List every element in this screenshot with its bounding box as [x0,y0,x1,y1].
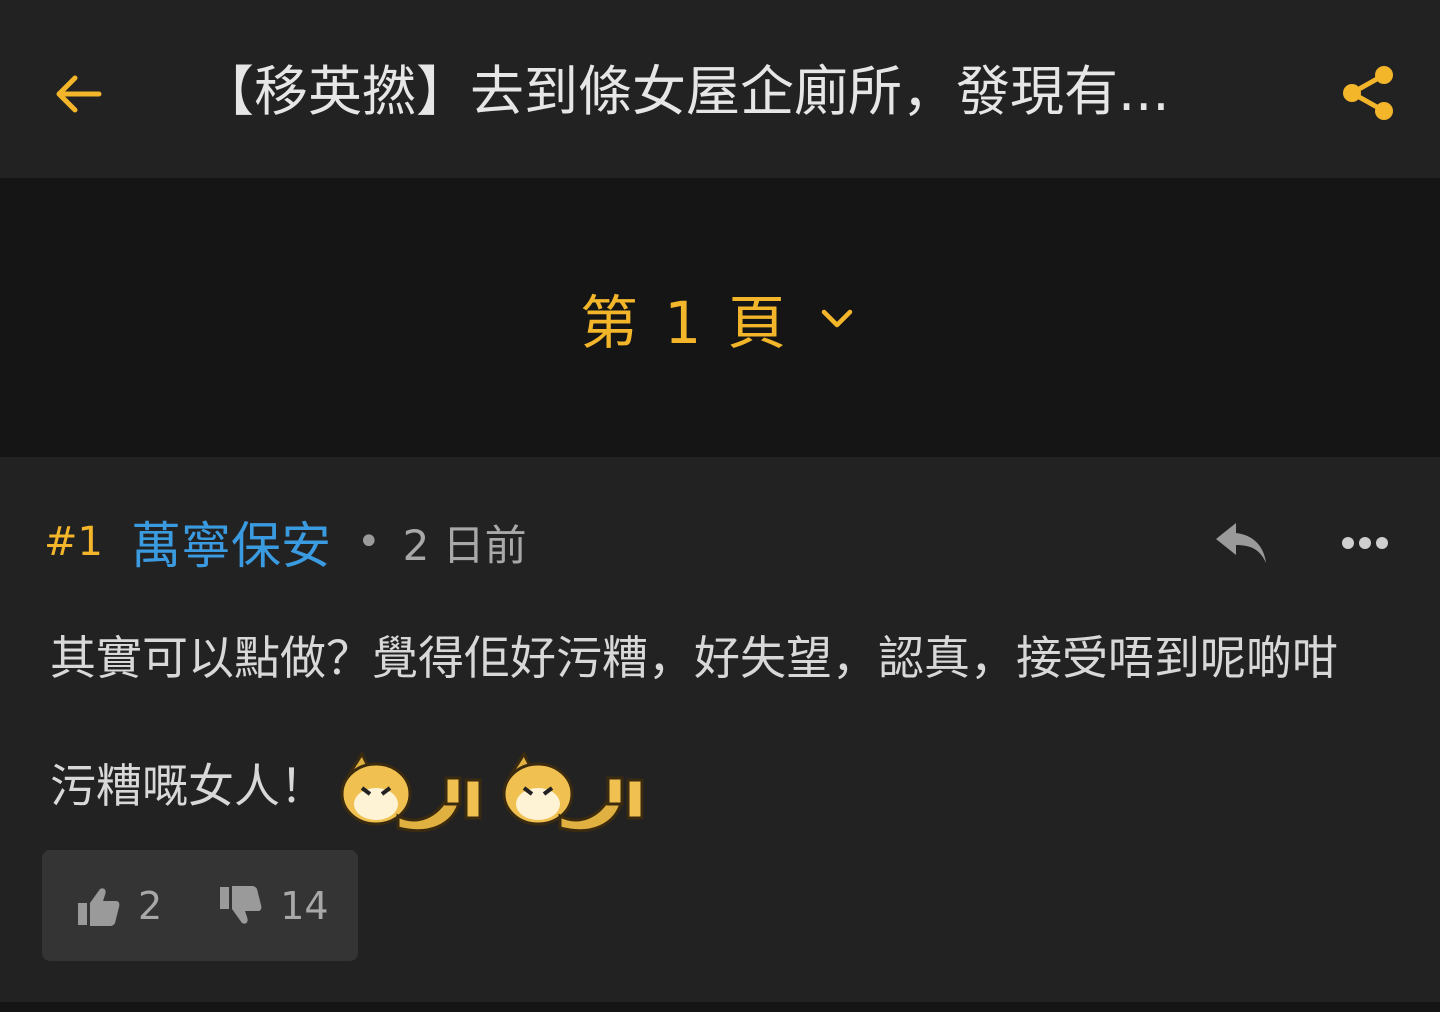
post-number: #1 [44,519,103,565]
thumbs-down-icon [220,885,262,924]
thread-title: 【移英撚】去到條女屋企廁所，發現有... [200,60,1170,123]
like-count: 2 [138,883,163,928]
dislike-button[interactable]: 14 [218,876,329,936]
thumbs-up-icon [78,887,120,926]
more-dots-icon [1342,537,1388,549]
back-button[interactable] [50,66,106,122]
like-button[interactable]: 2 [76,876,162,936]
dog-sticker-icon [502,750,644,833]
post-body: 其實可以點做？覺得佢好污糟，好失望，認真，接受唔到呢啲咁 污糟嘅女人！ [50,619,1400,841]
pagination-bar: 第 1 頁 [0,178,1440,457]
dog-sticker-icon [340,750,482,833]
share-icon [1343,66,1393,120]
post-body-line-2-row: 污糟嘅女人！ [50,731,1400,841]
dislike-count: 14 [280,883,329,928]
more-options-button[interactable] [1334,513,1396,573]
top-app-bar: 【移英撚】去到條女屋企廁所，發現有... [0,0,1440,178]
meta-separator: • [356,519,381,565]
vote-box: 2 14 [42,850,358,961]
chevron-down-icon [821,309,853,328]
post-card: #1 萬寧保安 • 2 日前 其實可以點做？覺得佢好污糟，好失望，認真，接受唔到… [0,457,1440,1002]
post-body-line: 污糟嘅女人！ [50,759,326,813]
share-button[interactable] [1336,60,1400,126]
reply-button[interactable] [1208,513,1274,573]
reply-icon [1216,523,1266,563]
page-label: 第 1 頁 [580,289,790,357]
post-meta: #1 萬寧保安 • 2 日前 [44,507,527,577]
post-author[interactable]: 萬寧保安 [131,506,331,578]
divider [0,1002,1440,1012]
post-body-line: 其實可以點做？覺得佢好污糟，好失望，認真，接受唔到呢啲咁 [50,631,1338,685]
post-time: 2 日前 [402,520,527,570]
page-selector[interactable]: 第 1 頁 [580,278,854,358]
arrow-left-icon [56,75,102,113]
